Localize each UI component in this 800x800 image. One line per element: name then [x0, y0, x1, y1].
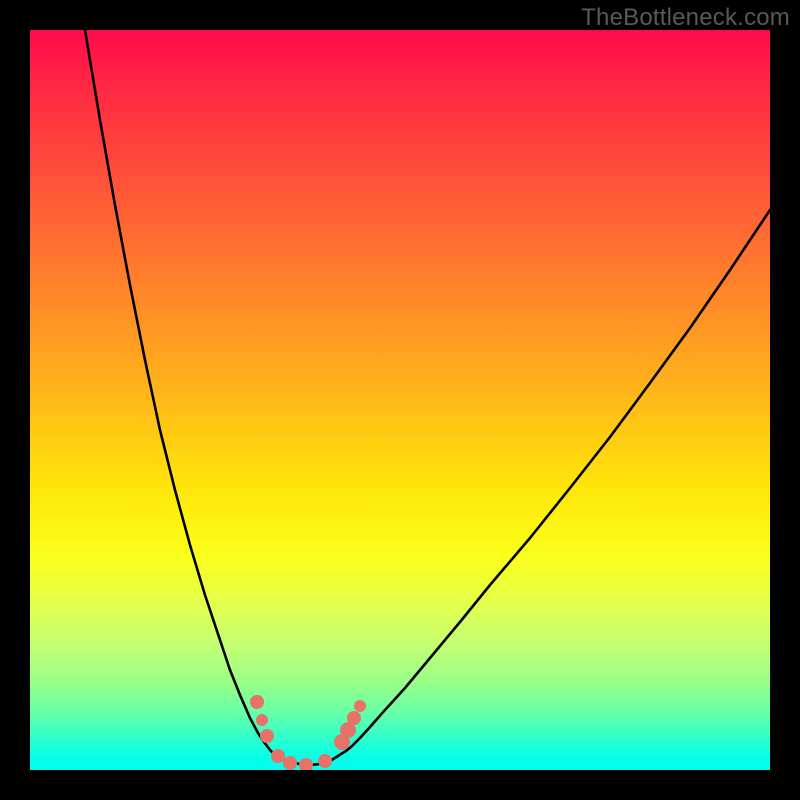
marker-point — [318, 754, 332, 768]
marker-point — [299, 758, 313, 770]
chart-outer-frame: TheBottleneck.com — [0, 0, 800, 800]
watermark-text: TheBottleneck.com — [581, 4, 790, 32]
marker-point — [283, 756, 297, 770]
chart-svg — [30, 30, 770, 770]
scatter-markers — [250, 695, 366, 770]
marker-point — [256, 714, 268, 726]
marker-point — [250, 695, 264, 709]
curve-right-curve — [338, 210, 770, 756]
marker-point — [260, 729, 274, 743]
plot-area — [30, 30, 770, 770]
marker-point — [271, 749, 285, 763]
curve-left-curve — [85, 30, 275, 755]
curve-lines — [85, 30, 770, 765]
marker-point — [354, 700, 366, 712]
marker-point — [347, 711, 361, 725]
